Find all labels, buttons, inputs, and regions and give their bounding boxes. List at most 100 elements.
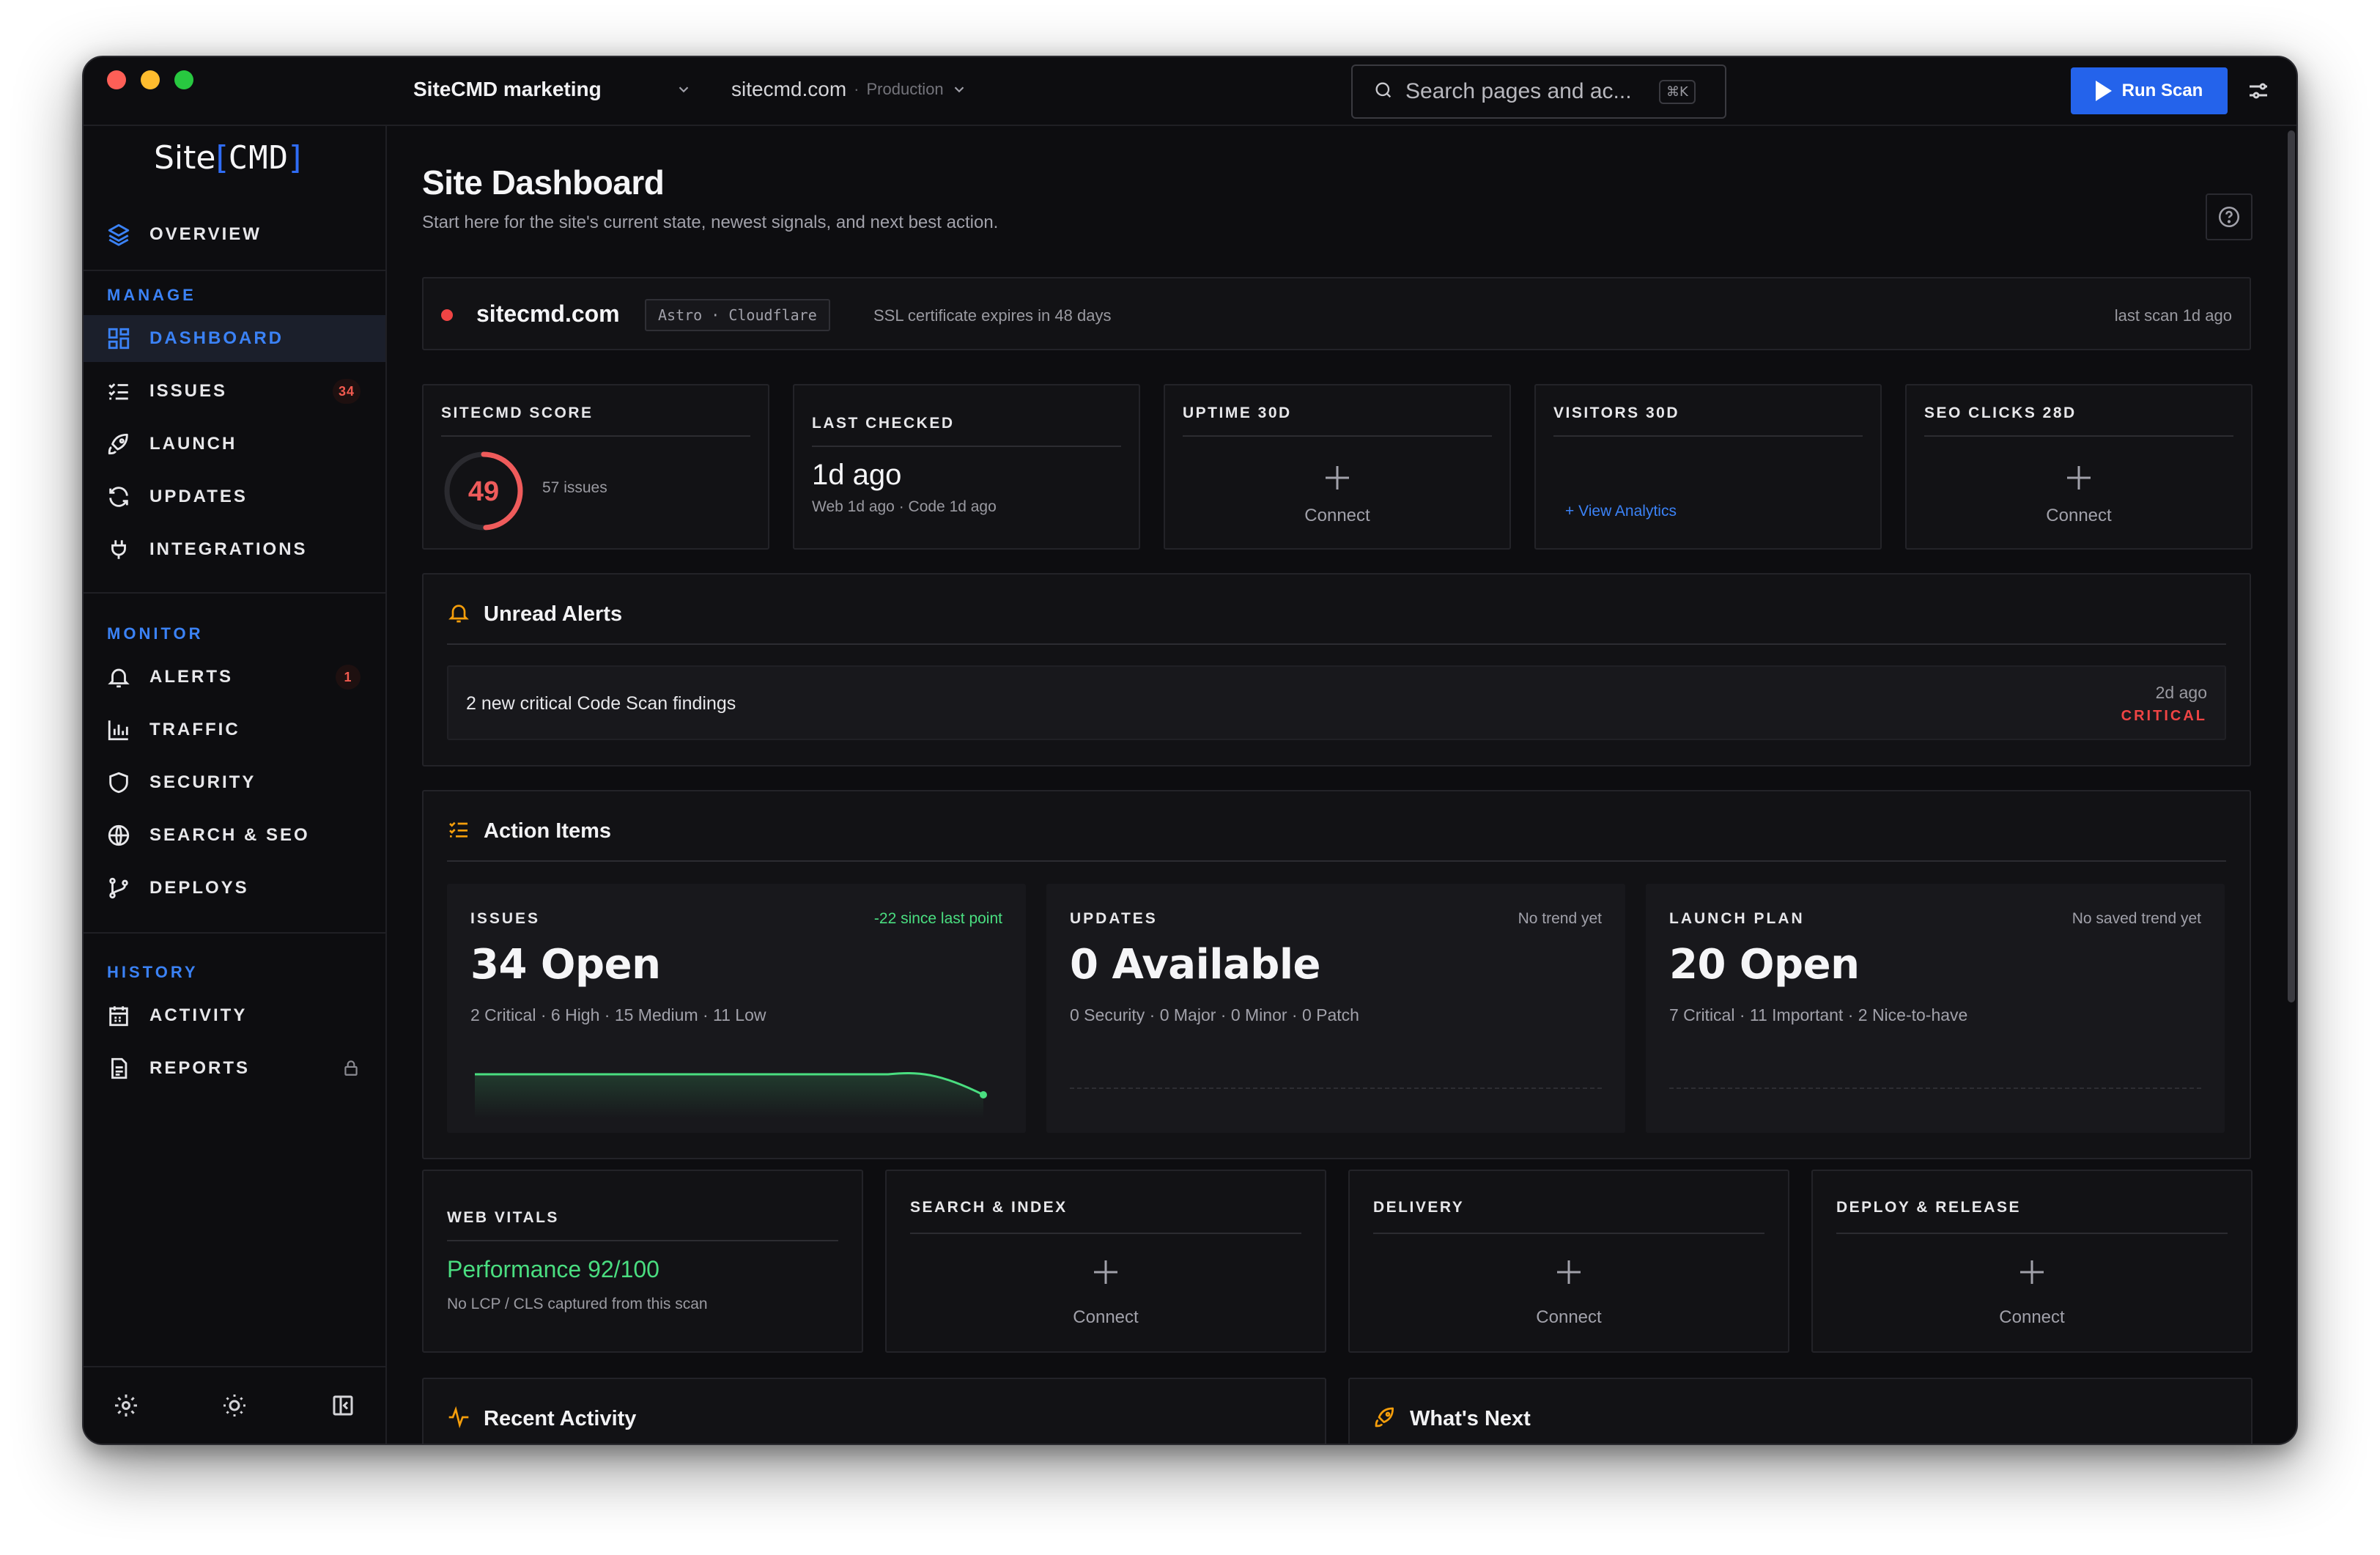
stat-divider	[447, 1240, 838, 1241]
plus-icon	[2067, 466, 2091, 490]
logo-bracket-close: ]	[289, 139, 302, 177]
sidebar-item-updates[interactable]: UPDATES	[84, 473, 385, 520]
sitecmd-logo[interactable]: Site [ CMD ]	[154, 139, 301, 177]
sidebar-item-security[interactable]: SECURITY	[84, 759, 385, 806]
issues-count-badge: 34	[332, 379, 361, 404]
sidebar-item-label: ALERTS	[149, 667, 233, 687]
help-circle-icon	[2218, 206, 2240, 228]
scrollbar-thumb[interactable]	[2288, 130, 2295, 1002]
help-button[interactable]	[2206, 193, 2252, 240]
stat-divider	[812, 446, 1121, 447]
tile-breakdown: 0 Security · 0 Major · 0 Minor · 0 Patch	[1070, 1005, 1359, 1024]
logo-bracket-open: [	[215, 139, 229, 177]
play-icon	[2095, 81, 2112, 101]
sidebar-item-label: UPDATES	[149, 487, 248, 506]
sliders-icon[interactable]	[2245, 78, 2272, 104]
seo-clicks-card[interactable]: SEO CLICKS 28D Connect	[1905, 384, 2252, 550]
sidebar-item-label: OVERVIEW	[149, 224, 262, 244]
stat-label: UPTIME 30D	[1183, 405, 1292, 421]
sitecmd-score-card[interactable]: SITECMD SCORE 49 57 issues	[422, 384, 769, 550]
stat-divider	[910, 1233, 1301, 1234]
bar-chart-icon	[106, 717, 132, 743]
site-name: sitecmd.com	[476, 300, 620, 327]
visitors-card[interactable]: VISITORS 30D + View Analytics	[1534, 384, 1882, 550]
search-box[interactable]: ⌘K	[1351, 64, 1726, 119]
connect-delivery-button[interactable]: Connect	[1350, 1307, 1788, 1328]
section-title: Action Items	[484, 819, 612, 843]
page-subtitle: Start here for the site's current state,…	[422, 213, 999, 232]
delivery-card[interactable]: DELIVERY Connect	[1348, 1170, 1789, 1353]
globe-icon	[106, 822, 132, 849]
connect-deploy-release-button[interactable]: Connect	[1813, 1307, 2251, 1328]
stat-label: SEARCH & INDEX	[910, 1199, 1068, 1216]
sidebar-item-label: DASHBOARD	[149, 328, 284, 348]
sidebar-item-overview[interactable]: OVERVIEW	[84, 211, 385, 258]
sidebar-item-deploys[interactable]: DEPLOYS	[84, 865, 385, 912]
search-index-card[interactable]: SEARCH & INDEX Connect	[885, 1170, 1326, 1353]
score-issues: 57 issues	[542, 479, 607, 496]
updates-tile[interactable]: UPDATES No trend yet 0 Available 0 Secur…	[1046, 884, 1625, 1133]
connect-seo-button[interactable]: Connect	[1907, 506, 2251, 526]
sidebar-item-integrations[interactable]: INTEGRATIONS	[84, 526, 385, 573]
project-selector[interactable]: SiteCMD marketing	[413, 78, 692, 101]
sidebar-item-launch[interactable]: LAUNCH	[84, 421, 385, 468]
section-label-history: HISTORY	[107, 963, 199, 981]
section-divider	[447, 860, 2226, 862]
layers-icon	[106, 221, 132, 248]
tile-label: ISSUES	[470, 910, 541, 927]
launch-plan-tile[interactable]: LAUNCH PLAN No saved trend yet 20 Open 7…	[1646, 884, 2225, 1133]
whats-next-section: What's Next	[1348, 1378, 2252, 1444]
run-scan-button[interactable]: Run Scan	[2071, 67, 2228, 114]
recent-activity-section: Recent Activity	[422, 1378, 1326, 1444]
rocket-icon	[106, 431, 132, 457]
env-domain: sitecmd.com	[731, 78, 847, 100]
collapse-sidebar-icon[interactable]	[330, 1392, 356, 1419]
git-branch-icon	[106, 875, 132, 901]
plus-icon	[1094, 1260, 1117, 1284]
sidebar-item-search-seo[interactable]: SEARCH & SEO	[84, 812, 385, 859]
app-window: SiteCMD marketing sitecmd.com · Producti…	[82, 56, 2298, 1445]
deploy-release-card[interactable]: DEPLOY & RELEASE Connect	[1811, 1170, 2252, 1353]
sidebar-item-label: SECURITY	[149, 772, 256, 792]
refresh-icon	[106, 484, 132, 510]
stat-label: LAST CHECKED	[812, 415, 955, 432]
site-status-dot	[441, 309, 453, 321]
bell-icon	[447, 601, 470, 628]
section-divider	[447, 643, 2226, 645]
view-analytics-link[interactable]: + View Analytics	[1565, 503, 1677, 520]
last-checked-card[interactable]: LAST CHECKED 1d ago Web 1d ago · Code 1d…	[793, 384, 1140, 550]
sidebar-item-traffic[interactable]: TRAFFIC	[84, 706, 385, 753]
section-header: What's Next	[1373, 1406, 1531, 1433]
connect-search-index-button[interactable]: Connect	[887, 1307, 1325, 1328]
stat-label: SITECMD SCORE	[441, 405, 594, 421]
sidebar-item-reports[interactable]: REPORTS	[84, 1045, 385, 1092]
sidebar-item-dashboard[interactable]: DASHBOARD	[84, 315, 385, 362]
tech-stack-badge: Astro · Cloudflare	[645, 299, 830, 331]
grid-icon	[106, 325, 132, 352]
uptime-card[interactable]: UPTIME 30D Connect	[1164, 384, 1511, 550]
theme-sun-icon[interactable]	[221, 1392, 248, 1419]
web-vitals-card[interactable]: WEB VITALS Performance 92/100 No LCP / C…	[422, 1170, 863, 1353]
search-shortcut: ⌘K	[1659, 79, 1696, 104]
sidebar-item-label: ACTIVITY	[149, 1005, 248, 1025]
chevron-down-icon	[676, 81, 692, 97]
tile-label: LAUNCH PLAN	[1669, 910, 1805, 927]
alert-row[interactable]: 2 new critical Code Scan findings 2d ago…	[447, 665, 2226, 740]
sidebar-item-activity[interactable]: ACTIVITY	[84, 992, 385, 1039]
connect-uptime-button[interactable]: Connect	[1165, 506, 1509, 526]
sidebar-item-issues[interactable]: ISSUES 34	[84, 368, 385, 415]
alert-time: 2d ago	[2155, 683, 2207, 702]
stat-divider	[1553, 435, 1863, 437]
tile-value: 0 Available	[1070, 941, 1321, 989]
scrollbar[interactable]	[2286, 126, 2296, 1035]
settings-gear-icon[interactable]	[113, 1392, 139, 1419]
environment-selector[interactable]: sitecmd.com · Production	[731, 78, 967, 101]
issues-tile[interactable]: ISSUES -22 since last point 34 Open 2 Cr…	[447, 884, 1026, 1133]
project-name: SiteCMD marketing	[413, 78, 602, 100]
site-status-strip: sitecmd.com Astro · Cloudflare SSL certi…	[422, 277, 2251, 350]
sidebar-item-alerts[interactable]: ALERTS 1	[84, 654, 385, 701]
stat-label: VISITORS 30D	[1553, 405, 1679, 421]
env-name: Production	[866, 80, 944, 98]
search-input[interactable]	[1405, 79, 1647, 104]
sidebar-divider	[84, 592, 385, 594]
